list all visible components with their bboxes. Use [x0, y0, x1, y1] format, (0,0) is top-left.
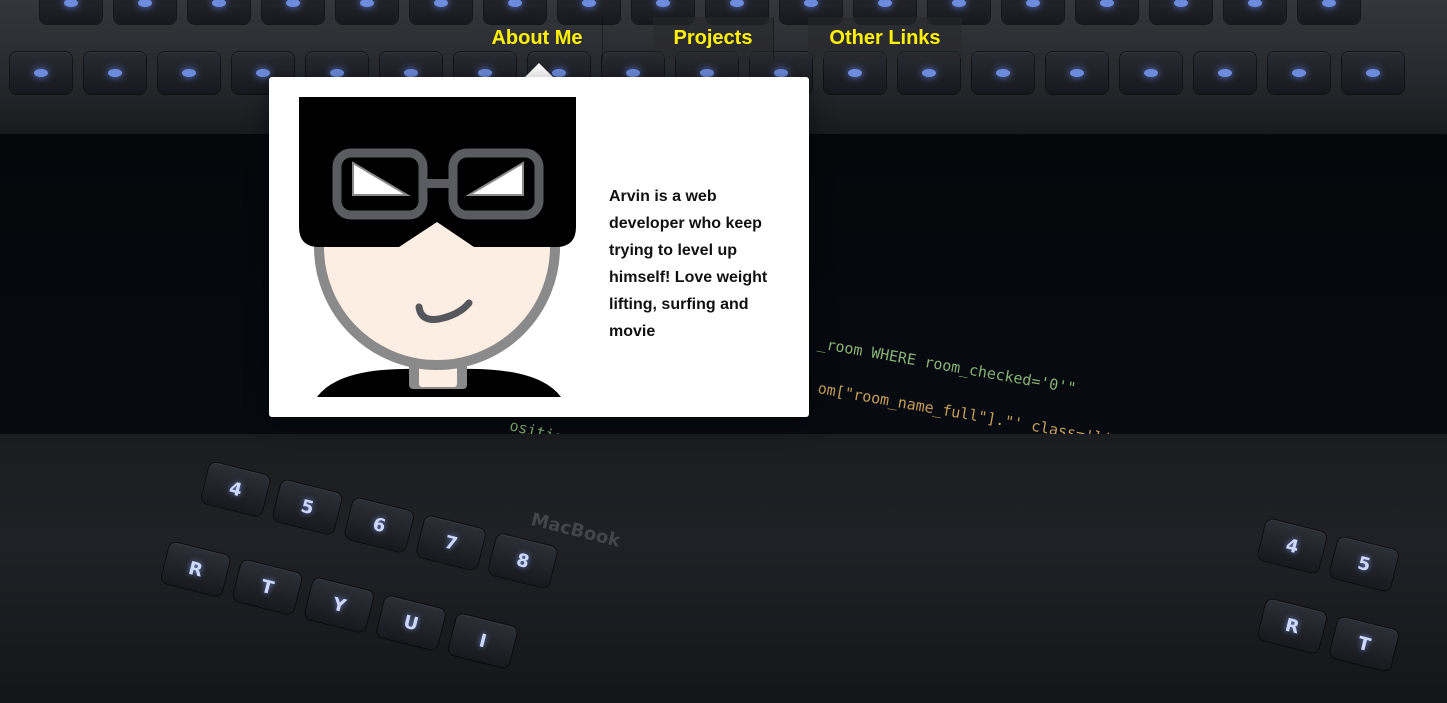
nav-projects[interactable]: Projects: [653, 17, 774, 59]
nav-about-me-label: About Me: [491, 26, 583, 49]
avatar: [299, 97, 576, 397]
nav-projects-label: Projects: [673, 26, 753, 49]
main-nav: About Me Projects Other Links: [472, 17, 962, 59]
about-me-popover: Arvin is a web developer who keep trying…: [269, 77, 809, 417]
bio-text: Arvin is a web developer who keep trying…: [609, 188, 768, 340]
nav-other-links[interactable]: Other Links: [808, 17, 962, 59]
nav-other-links-label: Other Links: [829, 26, 941, 49]
nav-about-me[interactable]: About Me: [472, 17, 603, 59]
cartoon-avatar-icon: [299, 97, 576, 397]
code-line: om["room_name_full"]."' class='list-grou: [816, 379, 1176, 434]
keyboard-bottom: 4 5 6 7 8 R T Y U I 4 5 R T: [0, 434, 1447, 703]
code-line: osition on tbl_disposition.disposition_u…: [508, 416, 994, 434]
popover-arrow: [524, 63, 554, 78]
